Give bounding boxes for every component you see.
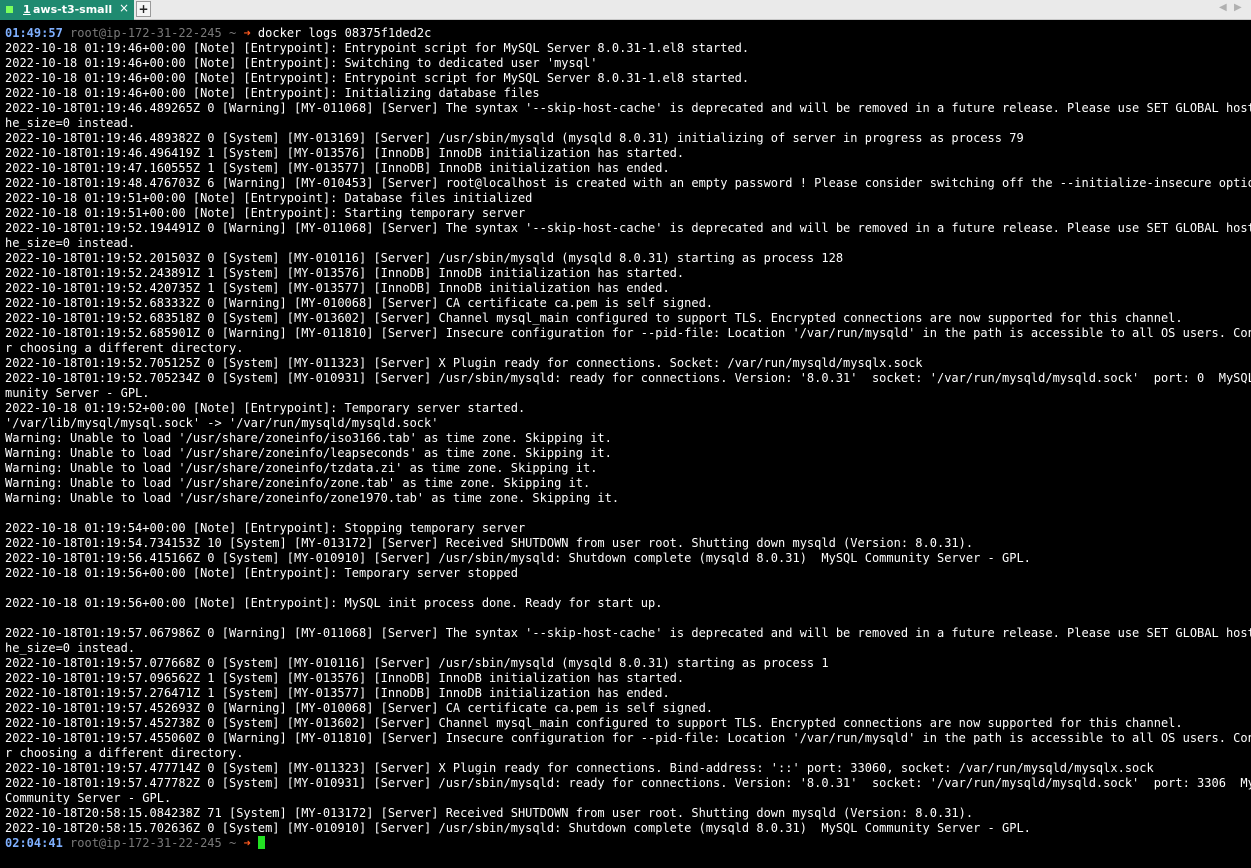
add-tab-button[interactable]: + [136,1,151,17]
log-line: 2022-10-18T01:19:57.096562Z 1 [System] [… [5,671,685,685]
log-line: 2022-10-18T01:19:56.415166Z 0 [System] [… [5,551,1031,565]
prompt-time: 02:04:41 [5,836,63,850]
prompt-arrow-icon: ➜ [243,26,251,40]
log-line: 2022-10-18T01:19:57.276471Z 1 [System] [… [5,686,670,700]
log-line: 2022-10-18T20:58:15.084238Z 71 [System] … [5,806,974,820]
log-line: 2022-10-18 01:19:52+00:00 [Note] [Entryp… [5,401,526,415]
log-line: 2022-10-18 01:19:46+00:00 [Note] [Entryp… [5,71,750,85]
log-line: 2022-10-18T01:19:46.489265Z 0 [Warning] … [5,101,1251,115]
log-line: 2022-10-18 01:19:46+00:00 [Note] [Entryp… [5,41,750,55]
log-line: 2022-10-18 01:19:51+00:00 [Note] [Entryp… [5,191,533,205]
log-line: '/var/lib/mysql/mysql.sock' -> '/var/run… [5,416,439,430]
prompt-line: 01:49:57 root@ip-172-31-22-245 ~ ➜ docke… [5,26,1247,41]
log-line: 2022-10-18 01:19:56+00:00 [Note] [Entryp… [5,596,663,610]
tab-bar: 1 aws-t3-small × + ◀ ▶ [0,0,1251,20]
log-line: 2022-10-18T01:19:57.477782Z 0 [System] [… [5,776,1251,790]
log-line: 2022-10-18 01:19:46+00:00 [Note] [Entryp… [5,56,598,70]
log-line: Community Server - GPL. [5,791,172,805]
tab-number: 1 [23,3,31,16]
log-line: 2022-10-18T01:19:52.683332Z 0 [Warning] … [5,296,714,310]
log-line: 2022-10-18T01:19:57.452738Z 0 [System] [… [5,716,1183,730]
prompt-host: root@ip-172-31-22-245 [70,836,222,850]
log-line: 2022-10-18 01:19:51+00:00 [Note] [Entryp… [5,206,526,220]
log-line: Warning: Unable to load '/usr/share/zone… [5,476,591,490]
log-line: 2022-10-18T01:19:52.243891Z 1 [System] [… [5,266,685,280]
log-line: he_size=0 instead. [5,116,136,130]
prompt-host: root@ip-172-31-22-245 [70,26,222,40]
log-line: 2022-10-18T01:19:52.685901Z 0 [Warning] … [5,326,1251,340]
log-line: 2022-10-18T01:19:54.734153Z 10 [System] … [5,536,974,550]
log-line: 2022-10-18T01:19:52.705234Z 0 [System] [… [5,371,1251,385]
log-line: 2022-10-18T01:19:52.705125Z 0 [System] [… [5,356,923,370]
log-line: 2022-10-18T01:19:52.420735Z 1 [System] [… [5,281,670,295]
log-line: 2022-10-18T01:19:52.194491Z 0 [Warning] … [5,221,1251,235]
scroll-tabs-left-icon[interactable]: ◀ [1219,2,1227,13]
log-line: 2022-10-18T01:19:57.077668Z 0 [System] [… [5,656,829,670]
status-dot-icon [6,6,13,13]
log-line: r choosing a different directory. [5,341,244,355]
log-line: 2022-10-18 01:19:56+00:00 [Note] [Entryp… [5,566,518,580]
log-line: Warning: Unable to load '/usr/share/zone… [5,491,620,505]
log-line: 2022-10-18 01:19:54+00:00 [Note] [Entryp… [5,521,526,535]
log-line: he_size=0 instead. [5,641,136,655]
log-output: 2022-10-18 01:19:46+00:00 [Note] [Entryp… [5,41,1251,836]
log-line: 2022-10-18T01:19:52.683518Z 0 [System] [… [5,311,1183,325]
text-cursor [257,836,265,849]
log-line: 2022-10-18T01:19:57.452693Z 0 [Warning] … [5,701,714,715]
tab-title: aws-t3-small [33,3,113,16]
close-tab-icon[interactable]: × [119,1,129,15]
log-line: 2022-10-18T01:19:57.067986Z 0 [Warning] … [5,626,1251,640]
log-line: 2022-10-18T20:58:15.702636Z 0 [System] [… [5,821,1031,835]
prompt-dir: ~ [228,836,237,850]
log-line: munity Server - GPL. [5,386,150,400]
scroll-tabs-right-icon[interactable]: ▶ [1234,2,1242,13]
log-line: 2022-10-18T01:19:48.476703Z 6 [Warning] … [5,176,1251,190]
log-line: 2022-10-18T01:19:52.201503Z 0 [System] [… [5,251,844,265]
log-line: 2022-10-18T01:19:46.489382Z 0 [System] [… [5,131,1024,145]
log-line: 2022-10-18T01:19:47.160555Z 1 [System] [… [5,161,670,175]
prompt-command: docker logs 08375f1ded2c [257,26,432,40]
prompt-dir: ~ [228,26,237,40]
terminal-output[interactable]: 01:49:57 root@ip-172-31-22-245 ~ ➜ docke… [5,26,1251,851]
session-tab[interactable]: 1 aws-t3-small × [0,0,134,20]
log-line: 2022-10-18T01:19:57.477714Z 0 [System] [… [5,761,1154,775]
log-line: 2022-10-18T01:19:46.496419Z 1 [System] [… [5,146,685,160]
log-line: Warning: Unable to load '/usr/share/zone… [5,446,612,460]
log-line: 2022-10-18 01:19:46+00:00 [Note] [Entryp… [5,86,540,100]
log-line: Warning: Unable to load '/usr/share/zone… [5,461,598,475]
log-line: Warning: Unable to load '/usr/share/zone… [5,431,612,445]
log-line: 2022-10-18T01:19:57.455060Z 0 [Warning] … [5,731,1251,745]
prompt-arrow-icon: ➜ [243,836,251,850]
log-line: he_size=0 instead. [5,236,136,250]
log-line: r choosing a different directory. [5,746,244,760]
prompt-time: 01:49:57 [5,26,63,40]
prompt-line-current[interactable]: 02:04:41 root@ip-172-31-22-245 ~ ➜ [5,836,1247,851]
